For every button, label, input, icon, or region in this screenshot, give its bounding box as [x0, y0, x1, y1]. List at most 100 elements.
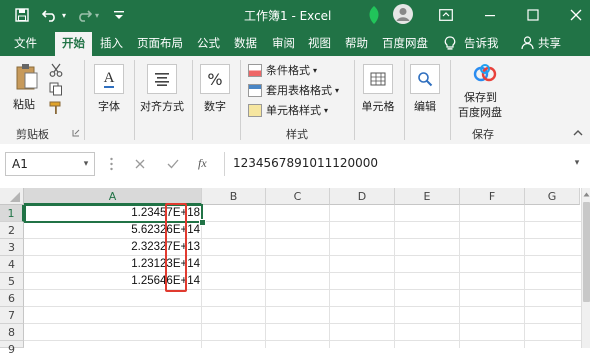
- table-format-icon: [248, 83, 262, 97]
- cancel-entry-icon[interactable]: [133, 157, 147, 171]
- ribbon-separator: [84, 60, 85, 140]
- undo-dropdown-icon[interactable]: ▾: [60, 9, 68, 21]
- styles-group-label: 样式: [286, 128, 308, 141]
- alignment-label: 对齐方式: [140, 100, 184, 113]
- account-avatar-icon[interactable]: [392, 3, 414, 25]
- alignment-button[interactable]: 对齐方式: [138, 64, 186, 114]
- conditional-format-icon: [248, 63, 262, 77]
- select-all-corner[interactable]: [0, 188, 24, 205]
- clipboard-icon: [14, 62, 40, 92]
- ribbon-tab-bar: 文件 开始 插入 页面布局 公式 数据 审阅 视图 帮助 百度网盘 告诉我 共享: [0, 30, 590, 56]
- fill-handle[interactable]: [199, 219, 206, 226]
- expand-formula-bar-icon[interactable]: ▾: [571, 156, 583, 170]
- save-icon[interactable]: [14, 7, 30, 23]
- clipboard-group-label: 剪贴板: [16, 128, 49, 141]
- redo-dropdown-icon[interactable]: ▾: [93, 9, 101, 21]
- collapse-ribbon-icon[interactable]: [572, 126, 584, 138]
- format-painter-icon[interactable]: [48, 100, 64, 116]
- cells-grid-icon: [370, 72, 386, 86]
- row-header-9[interactable]: 9: [0, 341, 24, 356]
- font-label: 字体: [98, 100, 120, 113]
- maximize-icon[interactable]: [525, 7, 541, 23]
- editing-button[interactable]: 编辑: [408, 64, 442, 114]
- worksheet-grid: A B C D E F G 1 2 3 4 5 6 7 8 9 1.23457E…: [0, 188, 590, 356]
- insert-function-icon[interactable]: fx: [198, 156, 207, 171]
- tab-data[interactable]: 数据: [234, 35, 257, 51]
- undo-icon[interactable]: [42, 7, 58, 23]
- column-header-d[interactable]: D: [330, 188, 395, 205]
- number-button[interactable]: % 数字: [198, 64, 232, 114]
- chevron-down-icon: ▾: [335, 85, 340, 95]
- paste-label: 粘贴: [13, 98, 35, 111]
- row-header-3[interactable]: 3: [0, 239, 24, 256]
- ribbon-separator: [134, 60, 135, 140]
- chevron-down-icon: ▾: [313, 65, 318, 75]
- row-header-2[interactable]: 2: [0, 222, 24, 239]
- column-header-g[interactable]: G: [525, 188, 580, 205]
- confirm-entry-icon[interactable]: [166, 157, 180, 171]
- tab-help[interactable]: 帮助: [345, 35, 368, 51]
- cell-styles-button[interactable]: 单元格样式 ▾: [248, 102, 328, 118]
- align-lines-icon: [155, 73, 169, 86]
- cells-button[interactable]: 单元格: [358, 64, 398, 114]
- save-to-baidu-line2: 百度网盘: [458, 106, 502, 119]
- ribbon-separator: [404, 60, 405, 140]
- formula-input[interactable]: 1234567891011120000 ▾: [224, 152, 585, 176]
- tab-page-layout[interactable]: 页面布局: [137, 35, 183, 51]
- share-person-icon[interactable]: [520, 35, 534, 51]
- tab-formulas[interactable]: 公式: [197, 35, 220, 51]
- minimize-icon[interactable]: [482, 7, 498, 23]
- row-header-5[interactable]: 5: [0, 273, 24, 290]
- font-button[interactable]: A 字体: [92, 64, 126, 114]
- copy-icon[interactable]: [48, 81, 64, 97]
- leaf-icon: [366, 4, 382, 26]
- title-bar: ▾ ▾ 工作簿1 - Excel: [0, 0, 590, 30]
- scrollbar-thumb[interactable]: [583, 202, 590, 302]
- close-icon[interactable]: [568, 7, 584, 23]
- ribbon-separator: [450, 60, 451, 140]
- editing-label: 编辑: [414, 100, 436, 113]
- cut-icon[interactable]: [48, 62, 64, 78]
- scroll-up-icon[interactable]: [582, 190, 590, 199]
- tab-insert[interactable]: 插入: [100, 35, 123, 51]
- row-header-8[interactable]: 8: [0, 324, 24, 341]
- tell-me-search[interactable]: 告诉我: [464, 35, 499, 51]
- vertical-scrollbar[interactable]: [581, 188, 590, 348]
- chevron-down-icon: ▾: [324, 105, 329, 115]
- clipboard-launcher-icon[interactable]: [71, 128, 81, 138]
- name-box-value: A1: [12, 157, 28, 171]
- column-header-f[interactable]: F: [460, 188, 525, 205]
- tab-view[interactable]: 视图: [308, 35, 331, 51]
- number-label: 数字: [204, 100, 226, 113]
- redo-icon[interactable]: [76, 7, 92, 23]
- ribbon-display-icon[interactable]: [438, 7, 454, 23]
- format-as-table-label: 套用表格格式: [266, 84, 332, 97]
- customize-toolbar-icon[interactable]: [112, 7, 126, 23]
- row-header-7[interactable]: 7: [0, 307, 24, 324]
- paste-button[interactable]: 粘贴: [10, 62, 44, 114]
- row-header-1[interactable]: 1: [0, 205, 24, 222]
- cells-label: 单元格: [361, 100, 395, 113]
- tab-baidu-netdisk[interactable]: 百度网盘: [382, 35, 428, 51]
- lightbulb-icon: [443, 35, 457, 51]
- save-to-baidu-line1: 保存到: [464, 91, 497, 104]
- chevron-down-icon[interactable]: ▾: [80, 157, 92, 171]
- column-header-b[interactable]: B: [202, 188, 266, 205]
- conditional-format-label: 条件格式: [266, 64, 310, 77]
- conditional-formatting-button[interactable]: 条件格式 ▾: [248, 62, 317, 78]
- column-header-e[interactable]: E: [395, 188, 460, 205]
- tab-review[interactable]: 审阅: [272, 35, 295, 51]
- share-button[interactable]: 共享: [538, 35, 561, 51]
- cell-styles-icon: [248, 103, 262, 117]
- ribbon-separator: [240, 60, 241, 140]
- name-box[interactable]: A1 ▾: [5, 152, 95, 176]
- column-header-c[interactable]: C: [266, 188, 330, 205]
- ribbon: 粘贴 剪贴板 A 字体 对齐方式 % 数字 条件格式 ▾ 套用表格格式 ▾ 单元…: [0, 56, 590, 145]
- tab-file[interactable]: 文件: [14, 35, 37, 51]
- ribbon-separator: [192, 60, 193, 140]
- row-header-6[interactable]: 6: [0, 290, 24, 307]
- row-header-4[interactable]: 4: [0, 256, 24, 273]
- baidu-cloud-icon: [472, 62, 498, 86]
- format-as-table-button[interactable]: 套用表格格式 ▾: [248, 82, 339, 98]
- tab-home[interactable]: 开始: [55, 32, 92, 56]
